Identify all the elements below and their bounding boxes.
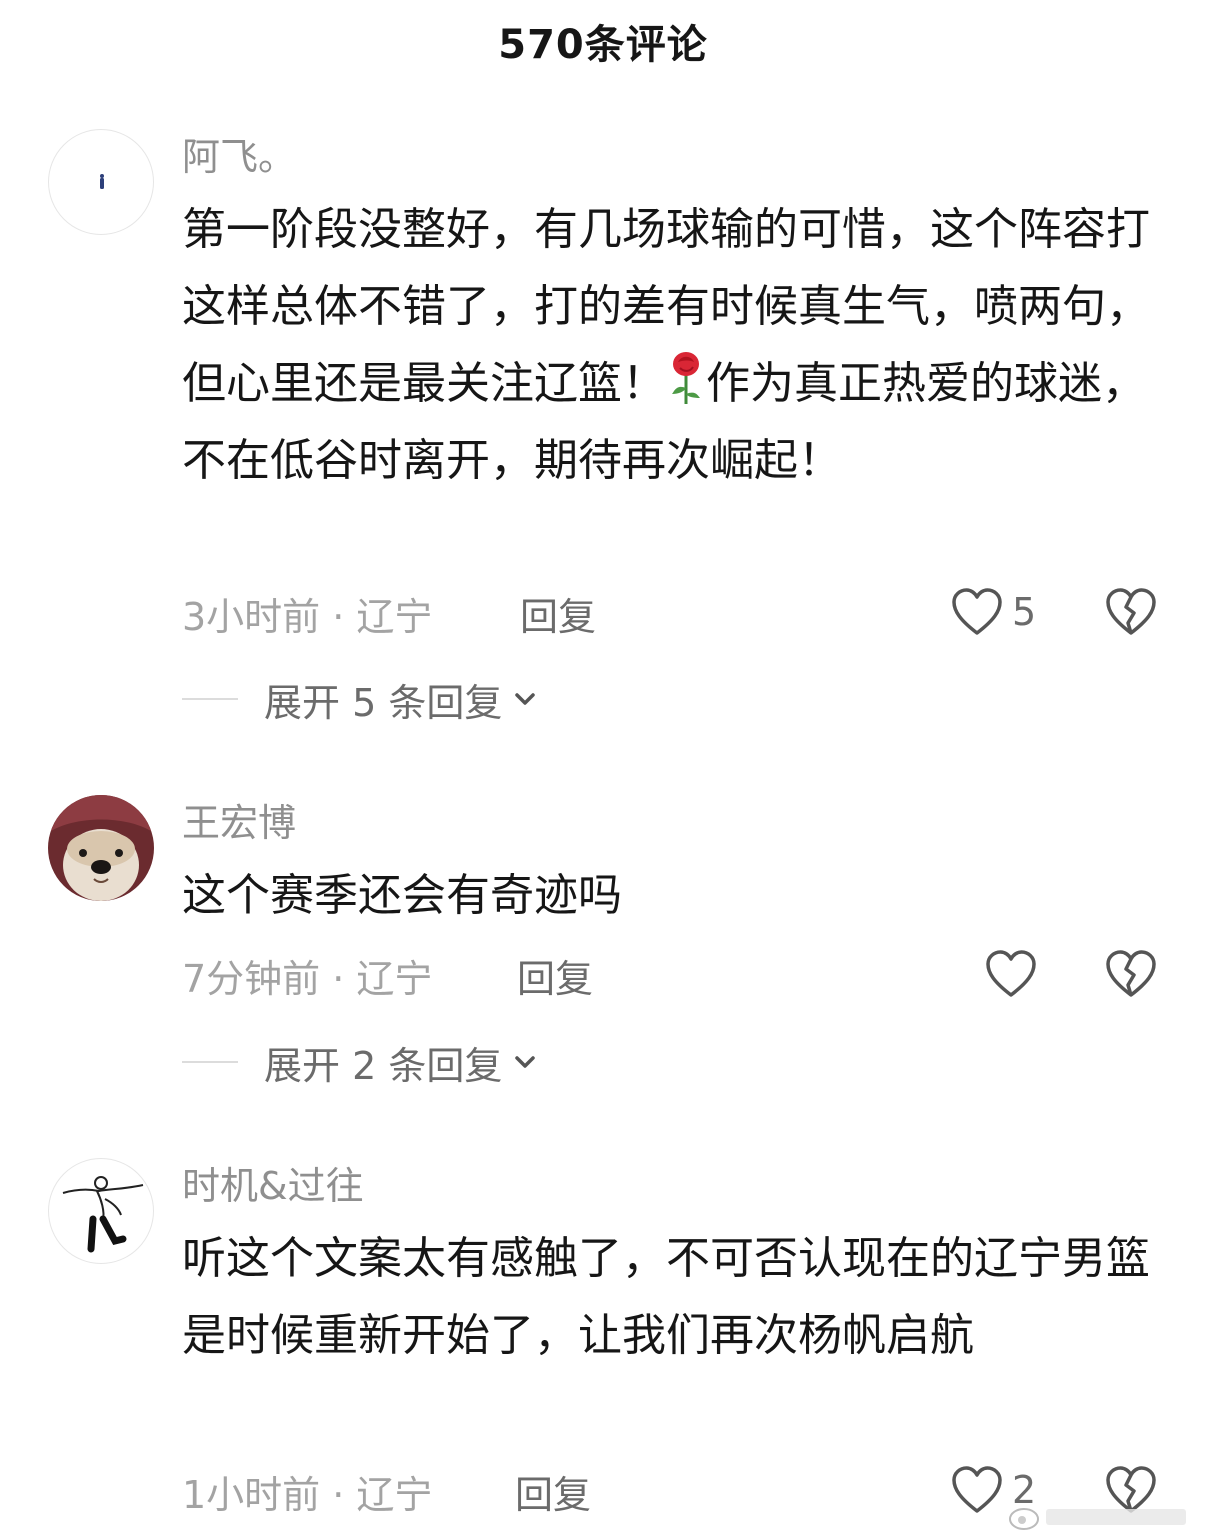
comment-text: 第一阶段没整好，有几场球输的可惜，这个阵容打这样总体不错了，打的差有时候真生气，… — [182, 204, 1150, 486]
avatar[interactable] — [48, 1158, 154, 1264]
chevron-down-icon — [515, 1056, 536, 1068]
heart-outline-icon — [952, 1466, 1002, 1513]
comment-username[interactable]: 王宏博 — [182, 801, 296, 845]
expand-replies-label: 展开 2 条回复 — [264, 1043, 503, 1088]
divider — [182, 1061, 238, 1063]
reply-button[interactable]: 回复 — [520, 586, 596, 641]
chevron-down-icon — [515, 693, 536, 705]
broken-heart-icon — [1106, 950, 1156, 997]
broken-heart-icon — [1106, 588, 1156, 635]
reply-button[interactable]: 回复 — [517, 948, 593, 1003]
heart-outline-icon — [986, 950, 1036, 997]
avatar[interactable] — [48, 795, 154, 901]
expand-replies-label: 展开 5 条回复 — [264, 680, 503, 725]
dislike-button[interactable] — [1104, 947, 1158, 1001]
comments-header: 570条评论 — [0, 0, 1206, 82]
expand-replies[interactable]: 展开 2 条回复 — [182, 1037, 538, 1088]
reply-button[interactable]: 回复 — [515, 1464, 591, 1519]
rose-emoji-icon — [666, 350, 706, 406]
comment-username[interactable]: 时机&过往 — [182, 1164, 364, 1208]
comment-meta: 3小时前 · 辽宁 回复 — [182, 588, 596, 639]
comment-time-location: 7分钟前 · 辽宁 — [182, 956, 433, 1001]
like-button[interactable]: 5 — [950, 585, 1036, 639]
comment-count-title: 570条评论 — [498, 22, 708, 68]
watermark-logo — [1006, 1499, 1196, 1533]
comment-meta: 7分钟前 · 辽宁 回复 — [182, 950, 593, 1001]
dislike-button[interactable] — [1104, 585, 1158, 639]
avatar[interactable] — [48, 129, 154, 235]
comment-text: 这个赛季还会有奇迹吗 — [182, 870, 622, 921]
comment-time-location: 1小时前 · 辽宁 — [182, 1472, 433, 1517]
comment-meta: 1小时前 · 辽宁 回复 — [182, 1466, 591, 1517]
comment-text: 听这个文案太有感触了，不可否认现在的辽宁男篮是时候重新开始了，让我们再次杨帆启航 — [182, 1233, 1150, 1361]
like-button[interactable] — [984, 947, 1046, 1001]
expand-replies[interactable]: 展开 5 条回复 — [182, 674, 538, 725]
heart-outline-icon — [952, 588, 1002, 635]
like-count: 5 — [1012, 590, 1037, 634]
divider — [182, 698, 238, 700]
comment-time-location: 3小时前 · 辽宁 — [182, 594, 433, 639]
comment-username[interactable]: 阿飞。 — [182, 135, 296, 179]
